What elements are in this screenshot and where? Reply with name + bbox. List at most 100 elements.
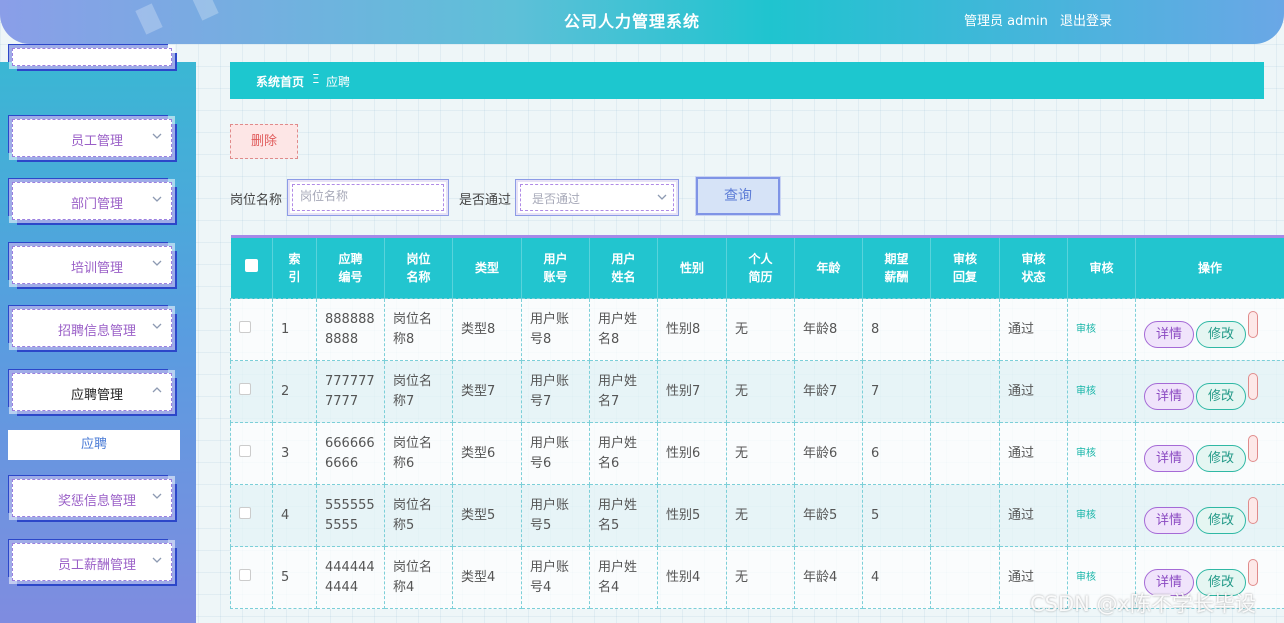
sidebar-item-rewards[interactable]: 奖惩信息管理	[9, 476, 175, 520]
select-all-checkbox[interactable]	[244, 259, 258, 272]
row-select-cell	[230, 546, 273, 609]
cell-gender: 性别4	[657, 546, 727, 609]
cell-actions: 详情 修改	[1135, 422, 1284, 485]
cell-type: 类型5	[452, 484, 522, 547]
cell-code: 7777777777	[316, 360, 385, 423]
edit-button[interactable]: 修改	[1196, 321, 1247, 348]
cell-salary: 8	[862, 298, 931, 361]
cell-position: 岗位名称5	[384, 484, 453, 547]
cell-status: 通过	[999, 298, 1068, 361]
cell-resume: 无	[726, 298, 795, 361]
cell-account: 用户账号5	[521, 484, 590, 547]
passed-label: 是否通过	[459, 193, 512, 208]
audit-link[interactable]: 审核	[1076, 510, 1096, 521]
chevron-down-icon	[152, 260, 162, 266]
delete-row-button[interactable]	[1248, 497, 1259, 524]
audit-link[interactable]: 审核	[1076, 448, 1096, 459]
row-checkbox[interactable]	[239, 382, 251, 395]
row-checkbox[interactable]	[239, 568, 251, 581]
delete-row-button[interactable]	[1248, 373, 1259, 400]
search-button[interactable]: 查询	[695, 176, 781, 216]
cell-index: 5	[272, 546, 317, 609]
cell-salary: 4	[862, 546, 931, 609]
application-table: 索引 应聘 编号 岗位 名称 类型 用户 账号 用户 姓名 性别 个人 简历 年龄 期望薪…	[230, 235, 1284, 623]
passed-select[interactable]: 是否通过	[515, 179, 679, 216]
detail-button[interactable]: 详情	[1144, 383, 1195, 410]
cell-account: 用户账号4	[521, 546, 590, 609]
sidebar-item-recruitment[interactable]: 招聘信息管理	[9, 306, 175, 350]
position-name-input[interactable]	[300, 189, 430, 203]
detail-button[interactable]: 详情	[1144, 321, 1195, 348]
cell-reply	[930, 360, 1000, 423]
breadcrumb-current: 应聘	[326, 75, 351, 89]
sidebar-item-salary[interactable]: 员工薪酬管理	[9, 540, 175, 584]
row-checkbox[interactable]	[239, 320, 251, 333]
column-header: 年龄	[794, 236, 863, 299]
row-checkbox[interactable]	[239, 444, 251, 457]
cell-code: 4444444444	[316, 546, 385, 609]
cell-resume: 无	[726, 484, 795, 547]
column-header: 用户 账号	[521, 236, 590, 299]
sidebar-item-partial[interactable]	[9, 45, 175, 69]
chevron-down-icon	[152, 196, 162, 202]
chevron-down-icon	[152, 557, 162, 563]
detail-button[interactable]: 详情	[1144, 445, 1195, 472]
chevron-up-icon	[152, 387, 162, 393]
cell-audit: 审核	[1067, 484, 1136, 547]
cell-age: 年龄4	[794, 546, 863, 609]
edit-button[interactable]: 修改	[1196, 445, 1247, 472]
cell-salary: 7	[862, 360, 931, 423]
sidebar-item-application[interactable]: 应聘管理	[9, 370, 175, 414]
table-row: 4 5555555555 岗位名称5 类型5 用户账号5 用户姓名5 性别5 无年龄5 5 通过审…	[230, 484, 1284, 547]
column-header: 审核 状态	[999, 236, 1068, 299]
sidebar-item-employee[interactable]: 员工管理	[9, 116, 175, 160]
cell-age: 年龄5	[794, 484, 863, 547]
logout-link[interactable]: 退出登录	[1060, 10, 1112, 29]
cell-type: 类型6	[452, 422, 522, 485]
current-user: 管理员 admin	[964, 14, 1048, 29]
cell-code: 6666666666	[316, 422, 385, 485]
audit-link[interactable]: 审核	[1076, 386, 1096, 397]
cell-reply	[930, 422, 1000, 485]
chevron-down-icon	[152, 323, 162, 329]
cell-audit: 审核	[1067, 360, 1136, 423]
audit-link[interactable]: 审核	[1076, 572, 1096, 583]
sidebar-item-department[interactable]: 部门管理	[9, 179, 175, 223]
edit-button[interactable]: 修改	[1196, 507, 1247, 534]
cell-actions: 详情 修改	[1135, 298, 1284, 361]
cell-age: 年龄7	[794, 360, 863, 423]
delete-row-button[interactable]	[1248, 559, 1259, 586]
table-row: 2 7777777777 岗位名称7 类型7 用户账号7 用户姓名7 性别7 无年龄7 7 通过审…	[230, 360, 1284, 423]
delete-row-button[interactable]	[1248, 311, 1259, 338]
column-header: 应聘 编号	[316, 236, 385, 299]
delete-row-button[interactable]	[1248, 435, 1259, 462]
cell-account: 用户账号7	[521, 360, 590, 423]
cell-account: 用户账号8	[521, 298, 590, 361]
column-header: 审核	[1067, 236, 1136, 299]
detail-button[interactable]: 详情	[1144, 507, 1195, 534]
cell-actions: 详情 修改	[1135, 360, 1284, 423]
cell-code: 5555555555	[316, 484, 385, 547]
sidebar: 员工管理 部门管理 培训管理 招聘信息管理 应聘管理 应聘 奖惩信息管理 员工薪…	[0, 45, 196, 623]
cell-type: 类型4	[452, 546, 522, 609]
delete-button[interactable]: 删除	[230, 124, 298, 159]
cell-index: 4	[272, 484, 317, 547]
column-header: 岗位 名称	[384, 236, 453, 299]
submenu-item-application[interactable]: 应聘	[8, 430, 180, 460]
cell-status: 通过	[999, 360, 1068, 423]
column-header: 用户 姓名	[589, 236, 658, 299]
cell-name: 用户姓名8	[589, 298, 658, 361]
cell-index: 2	[272, 360, 317, 423]
breadcrumb-home[interactable]: 系统首页	[256, 73, 304, 90]
edit-button[interactable]: 修改	[1196, 383, 1247, 410]
cell-status: 通过	[999, 422, 1068, 485]
cell-gender: 性别6	[657, 422, 727, 485]
table-row: 3 6666666666 岗位名称6 类型6 用户账号6 用户姓名6 性别6 无年龄6 6 通过审…	[230, 422, 1284, 485]
cell-age: 年龄6	[794, 422, 863, 485]
cell-resume: 无	[726, 360, 795, 423]
row-select-cell	[230, 484, 273, 547]
column-header: 审核 回复	[930, 236, 1000, 299]
row-checkbox[interactable]	[239, 506, 251, 519]
sidebar-item-training[interactable]: 培训管理	[9, 243, 175, 287]
audit-link[interactable]: 审核	[1076, 324, 1096, 335]
